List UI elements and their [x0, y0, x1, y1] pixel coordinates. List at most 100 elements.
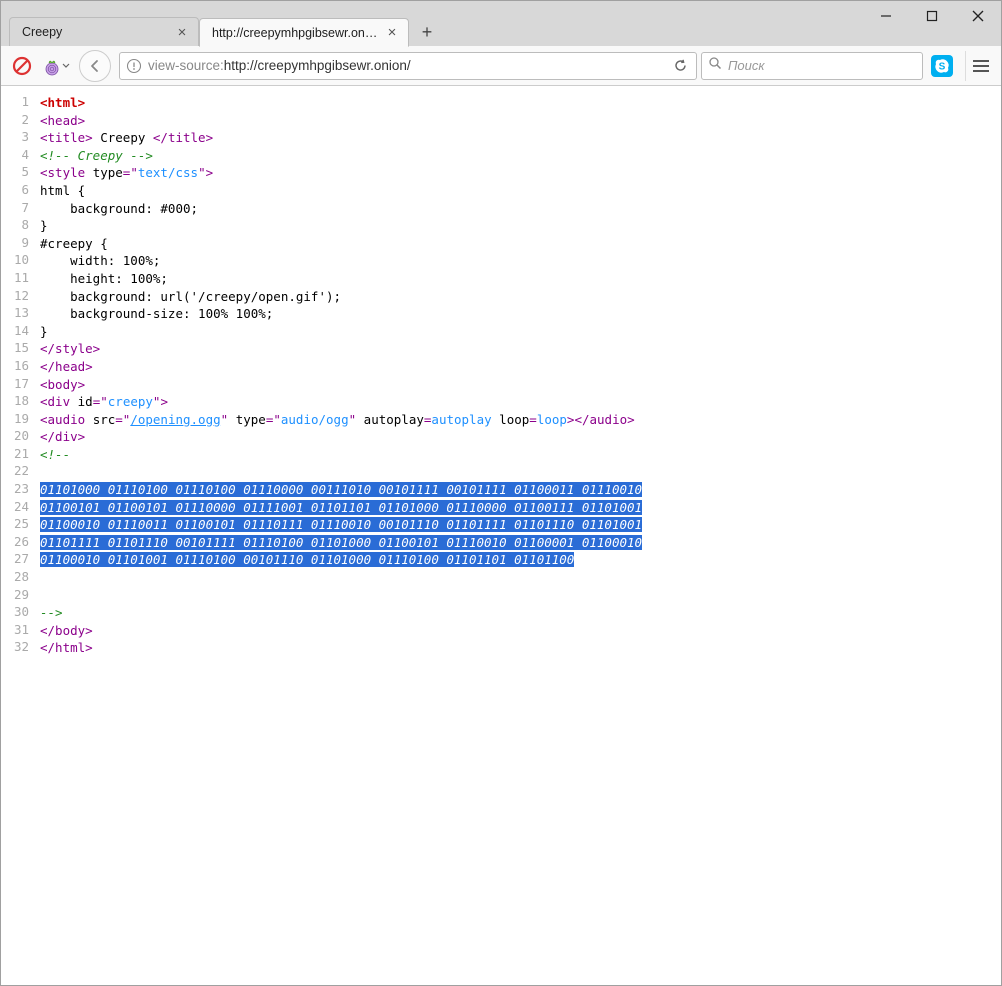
- plus-icon: +: [422, 22, 433, 43]
- tab-strip: Creepy × http://creepymhpgibsewr.oni... …: [1, 1, 441, 46]
- tab-view-source[interactable]: http://creepymhpgibsewr.oni... ×: [199, 18, 409, 47]
- line-number: 17: [5, 376, 39, 394]
- line-code[interactable]: 01100010 01101001 01110100 00101110 0110…: [39, 551, 643, 569]
- line-code[interactable]: <audio src="/opening.ogg" type="audio/og…: [39, 411, 643, 429]
- source-line: 7 background: #000;: [5, 200, 643, 218]
- line-code[interactable]: #creepy {: [39, 235, 643, 253]
- noscript-icon[interactable]: [7, 51, 37, 81]
- window-titlebar: Creepy × http://creepymhpgibsewr.oni... …: [1, 1, 1001, 46]
- line-code[interactable]: <!-- Creepy -->: [39, 147, 643, 165]
- line-code[interactable]: 01100010 01110011 01100101 01110111 0111…: [39, 516, 643, 534]
- source-line: 13 background-size: 100% 100%;: [5, 305, 643, 323]
- close-tab-icon[interactable]: ×: [174, 24, 190, 40]
- line-number: 18: [5, 393, 39, 411]
- line-number: 11: [5, 270, 39, 288]
- line-number: 5: [5, 164, 39, 182]
- source-line: 31</body>: [5, 622, 643, 640]
- source-line: 21<!--: [5, 446, 643, 464]
- source-line: 22: [5, 463, 643, 481]
- source-line: 30-->: [5, 604, 643, 622]
- url-bar[interactable]: view-source:http://creepymhpgibsewr.onio…: [119, 52, 697, 80]
- line-code[interactable]: background: #000;: [39, 200, 643, 218]
- source-line: 28: [5, 569, 643, 587]
- line-code[interactable]: }: [39, 217, 643, 235]
- line-code[interactable]: </style>: [39, 340, 643, 358]
- tab-label: http://creepymhpgibsewr.oni...: [212, 26, 378, 40]
- line-code[interactable]: <style type="text/css">: [39, 164, 643, 182]
- reload-icon[interactable]: [670, 56, 690, 76]
- line-code[interactable]: [39, 587, 643, 605]
- source-line: 2601101111 01101110 00101111 01110100 01…: [5, 534, 643, 552]
- line-number: 20: [5, 428, 39, 446]
- line-number: 3: [5, 129, 39, 147]
- line-code[interactable]: </head>: [39, 358, 643, 376]
- svg-text:S: S: [939, 61, 946, 72]
- line-code[interactable]: html {: [39, 182, 643, 200]
- source-line: 16</head>: [5, 358, 643, 376]
- line-number: 31: [5, 622, 39, 640]
- tab-creepy[interactable]: Creepy ×: [9, 17, 199, 46]
- url-text: view-source:http://creepymhpgibsewr.onio…: [148, 58, 664, 73]
- close-tab-icon[interactable]: ×: [384, 25, 400, 41]
- source-line: 2701100010 01101001 01110100 00101110 01…: [5, 551, 643, 569]
- source-view[interactable]: 1<html>2<head>3<title> Creepy </title>4<…: [1, 86, 1001, 985]
- line-code[interactable]: background: url('/creepy/open.gif');: [39, 288, 643, 306]
- line-code[interactable]: <!--: [39, 446, 643, 464]
- back-button[interactable]: [79, 50, 111, 82]
- line-code[interactable]: width: 100%;: [39, 252, 643, 270]
- line-code[interactable]: </body>: [39, 622, 643, 640]
- line-number: 27: [5, 551, 39, 569]
- line-code[interactable]: <head>: [39, 112, 643, 130]
- line-number: 10: [5, 252, 39, 270]
- line-code[interactable]: <div id="creepy">: [39, 393, 643, 411]
- line-number: 1: [5, 94, 39, 112]
- line-number: 28: [5, 569, 39, 587]
- source-line: 1<html>: [5, 94, 643, 112]
- maximize-button[interactable]: [909, 1, 955, 31]
- line-code[interactable]: <html>: [39, 94, 643, 112]
- line-number: 8: [5, 217, 39, 235]
- source-line: 32</html>: [5, 639, 643, 657]
- line-number: 24: [5, 499, 39, 517]
- line-number: 13: [5, 305, 39, 323]
- line-number: 23: [5, 481, 39, 499]
- line-code[interactable]: background-size: 100% 100%;: [39, 305, 643, 323]
- line-code[interactable]: -->: [39, 604, 643, 622]
- skype-icon[interactable]: S: [931, 55, 953, 77]
- line-code[interactable]: [39, 569, 643, 587]
- new-tab-button[interactable]: +: [413, 18, 441, 46]
- line-code[interactable]: [39, 463, 643, 481]
- line-number: 7: [5, 200, 39, 218]
- tor-onion-icon[interactable]: [41, 51, 71, 81]
- line-number: 4: [5, 147, 39, 165]
- source-line: 3<title> Creepy </title>: [5, 129, 643, 147]
- line-code[interactable]: </div>: [39, 428, 643, 446]
- source-line: 2<head>: [5, 112, 643, 130]
- menu-button[interactable]: [965, 51, 995, 81]
- line-number: 32: [5, 639, 39, 657]
- line-number: 30: [5, 604, 39, 622]
- minimize-button[interactable]: [863, 1, 909, 31]
- line-code[interactable]: 01100101 01100101 01110000 01111001 0110…: [39, 499, 643, 517]
- line-code[interactable]: height: 100%;: [39, 270, 643, 288]
- line-number: 26: [5, 534, 39, 552]
- source-line: 29: [5, 587, 643, 605]
- line-code[interactable]: <title> Creepy </title>: [39, 129, 643, 147]
- source-line: 14}: [5, 323, 643, 341]
- line-number: 15: [5, 340, 39, 358]
- source-line: 18<div id="creepy">: [5, 393, 643, 411]
- line-code[interactable]: 01101111 01101110 00101111 01110100 0110…: [39, 534, 643, 552]
- line-number: 19: [5, 411, 39, 429]
- source-line: 4<!-- Creepy -->: [5, 147, 643, 165]
- line-code[interactable]: }: [39, 323, 643, 341]
- search-bar[interactable]: Поиск: [701, 52, 923, 80]
- tab-label: Creepy: [22, 25, 168, 39]
- line-code[interactable]: <body>: [39, 376, 643, 394]
- navigation-toolbar: view-source:http://creepymhpgibsewr.onio…: [1, 46, 1001, 86]
- line-number: 16: [5, 358, 39, 376]
- source-line: 8}: [5, 217, 643, 235]
- identity-icon[interactable]: [126, 58, 142, 74]
- close-window-button[interactable]: [955, 1, 1001, 31]
- line-code[interactable]: </html>: [39, 639, 643, 657]
- line-code[interactable]: 01101000 01110100 01110100 01110000 0011…: [39, 481, 643, 499]
